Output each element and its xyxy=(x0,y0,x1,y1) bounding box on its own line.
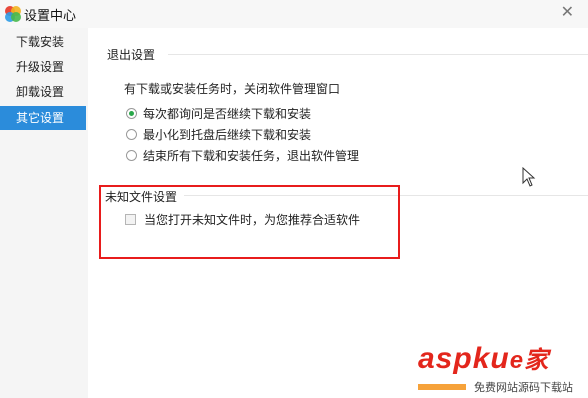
radio-minimize-to-tray[interactable]: 最小化到托盘后继续下载和安装 xyxy=(126,125,311,143)
sidebar-item-label: 下载安装 xyxy=(16,35,65,49)
sidebar-item-label: 卸载设置 xyxy=(16,85,65,99)
watermark-accent xyxy=(418,384,466,390)
window-title: 设置中心 xyxy=(24,9,77,24)
sidebar-item-download-install[interactable]: 下载安装 xyxy=(0,30,86,54)
radio-end-all-tasks[interactable]: 结束所有下载和安装任务，退出软件管理 xyxy=(126,146,359,164)
watermark-logo: aspkue家 xyxy=(418,342,550,375)
title-bar: 设置中心 ✕ xyxy=(0,0,588,28)
sidebar-item-label: 升级设置 xyxy=(16,60,65,74)
sidebar-item-label: 其它设置 xyxy=(16,111,65,125)
exit-settings-title: 退出设置 xyxy=(107,48,156,62)
sidebar-item-uninstall-settings[interactable]: 卸载设置 xyxy=(0,80,86,104)
radio-ask-every-time[interactable]: 每次都询问是否继续下载和安装 xyxy=(126,104,311,122)
close-icon[interactable]: ✕ xyxy=(561,2,574,21)
radio-label: 最小化到托盘后继续下载和安装 xyxy=(143,127,312,142)
sidebar-item-upgrade-settings[interactable]: 升级设置 xyxy=(0,55,86,79)
mouse-cursor-icon xyxy=(522,167,536,187)
watermark-subtitle: 免费网站源码下载站 xyxy=(474,381,573,394)
radio-unchecked-icon[interactable] xyxy=(126,128,137,140)
radio-label: 每次都询问是否继续下载和安装 xyxy=(143,106,312,121)
highlight-box xyxy=(99,185,400,259)
radio-checked-icon[interactable] xyxy=(126,107,137,119)
app-icon xyxy=(5,6,21,22)
radio-unchecked-icon[interactable] xyxy=(126,149,137,161)
radio-label: 结束所有下载和安装任务，退出软件管理 xyxy=(143,148,360,163)
sidebar-item-other-settings[interactable]: 其它设置 xyxy=(0,106,86,130)
section-divider xyxy=(168,54,588,55)
exit-settings-description: 有下载或安装任务时，关闭软件管理窗口 xyxy=(124,82,341,96)
sidebar: 下载安装 升级设置 卸载设置 其它设置 xyxy=(0,28,88,398)
